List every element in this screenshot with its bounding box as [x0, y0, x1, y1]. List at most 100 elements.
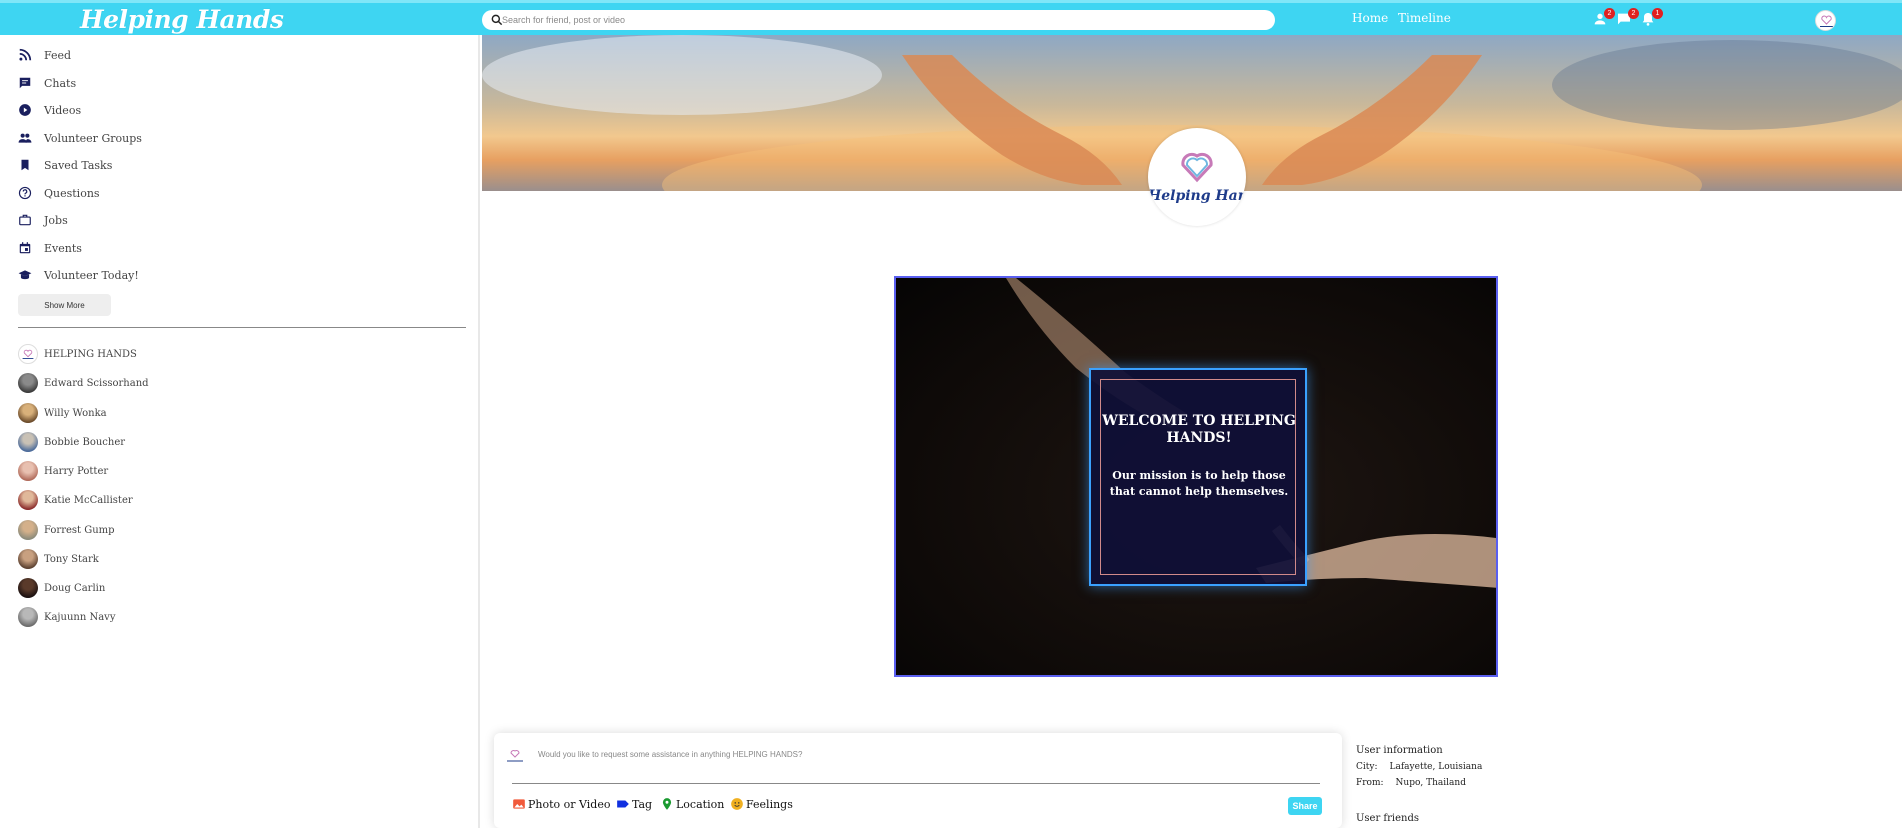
- friend-item[interactable]: Edward Scissorhand: [18, 372, 149, 394]
- play-circle-icon: [19, 104, 31, 116]
- user-avatar[interactable]: [1815, 10, 1836, 31]
- share-button[interactable]: Share: [1288, 797, 1322, 815]
- user-info-panel: User information City: Lafayette, Louisia…: [1356, 745, 1656, 788]
- sidebar-item-volunteer-groups[interactable]: Volunteer Groups: [18, 128, 142, 148]
- sidebar-item-label: Videos: [44, 103, 82, 117]
- sidebar-item-volunteer-today[interactable]: Volunteer Today!: [18, 265, 139, 285]
- avatar: [18, 490, 38, 510]
- avatar: [502, 742, 528, 768]
- avatar: [18, 578, 38, 598]
- profile-picture[interactable]: Helping Hand: [1148, 128, 1246, 226]
- sidebar-item-label: Questions: [44, 186, 100, 200]
- friend-name: Edward Scissorhand: [44, 377, 149, 389]
- friend-name: Katie McCallister: [44, 494, 133, 506]
- feelings-label: Feelings: [746, 797, 793, 811]
- avatar: [18, 520, 38, 540]
- tag-icon: [617, 800, 629, 808]
- friend-item[interactable]: Doug Carlin: [18, 577, 105, 599]
- photo-video-option[interactable]: Photo or Video: [512, 797, 610, 811]
- welcome-card-border: WELCOME TO HELPING HANDS! Our mission is…: [1100, 379, 1296, 575]
- friend-item[interactable]: Forrest Gump: [18, 519, 115, 541]
- city-value: Lafayette, Louisiana: [1389, 762, 1483, 772]
- photo-icon: [513, 799, 525, 809]
- chat-icon[interactable]: 2: [1616, 8, 1639, 27]
- tag-label: Tag: [632, 797, 653, 811]
- search-bar[interactable]: [482, 10, 1275, 30]
- sidebar-item-jobs[interactable]: Jobs: [18, 210, 68, 230]
- friend-item[interactable]: Willy Wonka: [18, 402, 107, 424]
- share-box: Photo or Video Tag Location Feelings Sha…: [494, 733, 1342, 828]
- nav-home-link[interactable]: Home: [1352, 11, 1388, 25]
- profile-logo-text: Helping Hand: [1148, 188, 1246, 204]
- person-icon[interactable]: 2: [1592, 8, 1615, 27]
- mission-statement: Our mission is to help those that cannot…: [1109, 469, 1289, 498]
- city-label: City:: [1356, 762, 1378, 772]
- notifications-icon[interactable]: 1: [1640, 8, 1663, 27]
- sidebar-item-label: Feed: [44, 48, 72, 62]
- bookmark-icon: [21, 159, 29, 171]
- avatar: [18, 344, 38, 364]
- nav-timeline-link[interactable]: Timeline: [1398, 11, 1451, 25]
- avatar: [18, 549, 38, 569]
- sidebar-item-feed[interactable]: Feed: [18, 45, 71, 65]
- friend-name: Willy Wonka: [44, 407, 107, 419]
- friend-item[interactable]: Tony Stark: [18, 548, 99, 570]
- friend-item[interactable]: Kajuunn Navy: [18, 606, 115, 628]
- notifications-badge: 1: [1652, 8, 1663, 19]
- friend-item[interactable]: Katie McCallister: [18, 489, 133, 511]
- tag-option[interactable]: Tag: [616, 797, 652, 811]
- sidebar-item-videos[interactable]: Videos: [18, 100, 81, 120]
- search-input[interactable]: [502, 10, 1262, 30]
- sidebar-item-label: Events: [44, 241, 82, 255]
- feelings-option[interactable]: Feelings: [730, 797, 793, 811]
- from-row: From: Nupo, Thailand: [1356, 778, 1656, 788]
- sidebar-item-chats[interactable]: Chats: [18, 73, 76, 93]
- sidebar-item-saved-tasks[interactable]: Saved Tasks: [18, 155, 112, 175]
- sidebar-item-questions[interactable]: Questions: [18, 183, 100, 203]
- help-circle-icon: [18, 186, 32, 200]
- show-more-button[interactable]: Show More: [18, 294, 111, 316]
- top-bar: Helping Hands Home Timeline 2 2 1: [0, 0, 1902, 35]
- from-value: Nupo, Thailand: [1395, 778, 1466, 788]
- friend-name: Harry Potter: [44, 465, 109, 477]
- chat-icon: [19, 77, 31, 89]
- welcome-title: WELCOME TO HELPING HANDS!: [1102, 413, 1296, 446]
- heart-logo-icon: [1181, 152, 1213, 183]
- person-badge: 2: [1604, 8, 1615, 19]
- sidebar: Feed Chats Videos Volunteer Groups Saved…: [0, 35, 480, 828]
- chat-badge: 2: [1628, 8, 1639, 19]
- avatar: [18, 607, 38, 627]
- share-input[interactable]: [538, 747, 1138, 761]
- welcome-banner: WELCOME TO HELPING HANDS! Our mission is…: [894, 276, 1498, 677]
- school-icon: [18, 270, 32, 280]
- user-info-title: User information: [1356, 745, 1443, 756]
- location-option[interactable]: Location: [660, 797, 724, 811]
- briefcase-icon: [19, 214, 31, 226]
- top-nav: Home Timeline: [1352, 11, 1457, 25]
- location-label: Location: [676, 797, 725, 811]
- friend-item[interactable]: Bobbie Boucher: [18, 431, 125, 453]
- photo-video-label: Photo or Video: [528, 797, 611, 811]
- app-logo[interactable]: Helping Hands: [80, 5, 284, 34]
- welcome-card: WELCOME TO HELPING HANDS! Our mission is…: [1089, 368, 1307, 586]
- sidebar-item-label: Volunteer Groups: [44, 131, 142, 145]
- group-icon: [18, 133, 32, 143]
- user-friends-title: User friends: [1356, 813, 1420, 824]
- sidebar-divider: [18, 327, 466, 328]
- location-pin-icon: [662, 798, 672, 810]
- sidebar-item-label: Jobs: [44, 213, 68, 227]
- friend-name: Tony Stark: [44, 553, 99, 565]
- sidebar-item-label: Chats: [44, 76, 77, 90]
- emoji-icon: [731, 798, 743, 810]
- friend-name: Forrest Gump: [44, 524, 115, 536]
- avatar: [18, 432, 38, 452]
- rss-icon: [19, 48, 32, 61]
- share-divider: [512, 783, 1320, 784]
- avatar: [18, 373, 38, 393]
- sidebar-item-label: Saved Tasks: [44, 158, 113, 172]
- calendar-icon: [19, 242, 31, 254]
- friend-item[interactable]: Harry Potter: [18, 460, 108, 482]
- friend-item[interactable]: HELPING HANDS: [18, 343, 137, 365]
- avatar: [18, 403, 38, 423]
- sidebar-item-events[interactable]: Events: [18, 238, 82, 258]
